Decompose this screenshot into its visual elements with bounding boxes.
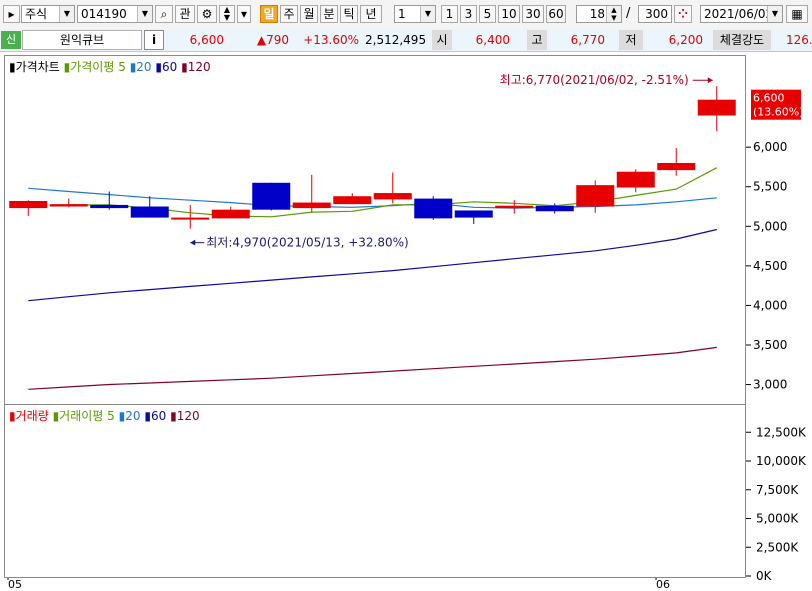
- legend-volume-ma5: 5: [107, 409, 115, 423]
- candle-body: [535, 205, 574, 212]
- candle-body: [657, 162, 696, 171]
- candle-body: [49, 204, 88, 207]
- candle-body: [576, 185, 615, 207]
- price-axis-label: 5,500: [753, 180, 787, 194]
- candle-body: [616, 171, 655, 188]
- volume-axis-label: 7,500K: [756, 483, 799, 497]
- max-annotation-arrowhead: [707, 77, 713, 84]
- candle-body: [292, 202, 331, 209]
- min-annotation-arrowhead: [190, 239, 196, 246]
- volume-axis-label: 12,500K: [756, 425, 807, 439]
- legend-volume-ma120: 120: [176, 409, 200, 423]
- legend-marker-volume: ▮: [9, 409, 16, 423]
- price-axis-label: 6,000: [753, 140, 787, 154]
- candle-body: [333, 196, 372, 205]
- candle-body: [373, 193, 412, 200]
- volume-chart-panel[interactable]: [4, 404, 746, 578]
- candle-body: [90, 204, 129, 209]
- legend-marker-vma60: ▮: [144, 409, 151, 423]
- candle-body: [454, 210, 493, 218]
- last-pct-label: (13.60%): [753, 106, 804, 119]
- price-ma120-line: [28, 346, 717, 390]
- candle-body: [495, 205, 534, 209]
- max-annotation: 최고:6,770(2021/06/02, -2.51%): [500, 73, 689, 87]
- volume-legend: ▮거래량 ▮거래이평 5 ▮20 ▮60 ▮120: [9, 407, 200, 424]
- candle-body: [171, 217, 210, 220]
- candle-body: [414, 198, 453, 219]
- price-axis-label: 4,500: [753, 259, 787, 273]
- price-axis-label: 4,000: [753, 298, 787, 312]
- legend-volume-ma20: 20: [125, 409, 141, 423]
- price-axis-label: 3,000: [753, 378, 787, 392]
- price-axis-label: 5,000: [753, 219, 787, 233]
- price-axis-label: 3,500: [753, 338, 787, 352]
- legend-volume-ma60: 60: [150, 409, 167, 423]
- legend-volume-ma-label: 거래이평: [59, 409, 104, 423]
- min-annotation: 최저:4,970(2021/05/13, +32.80%): [206, 236, 408, 250]
- candle-body: [252, 182, 291, 210]
- volume-axis-label: 5,000K: [756, 512, 799, 526]
- volume-axis-label: 0K: [756, 569, 773, 583]
- candle-body: [9, 200, 48, 209]
- last-price-label: 6,600: [753, 92, 785, 105]
- volume-axis-label: 10,000K: [756, 454, 807, 468]
- x-axis-label: 06: [656, 578, 670, 591]
- legend-volume-title: 거래량: [15, 409, 49, 423]
- candle-body: [211, 209, 250, 219]
- candle-body: [130, 206, 169, 218]
- candle-body: [697, 99, 736, 116]
- x-axis-label: 05: [8, 578, 22, 591]
- volume-axis-label: 2,500K: [756, 540, 799, 554]
- legend-marker-vma120: ▮: [170, 409, 177, 423]
